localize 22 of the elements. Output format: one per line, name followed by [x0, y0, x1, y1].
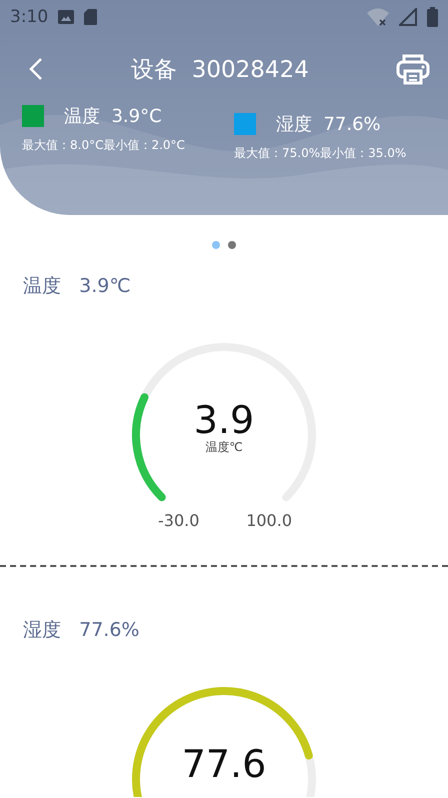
stat-range: 最大值：8.0°C最小值：2.0°C [22, 138, 186, 154]
stat-range: 最大值：75.0%最小值：35.0% [234, 146, 408, 162]
battery-icon [427, 7, 438, 27]
stat-label: 湿度 77.6% [276, 113, 381, 136]
gauge-unit: 温度℃ [205, 439, 243, 456]
page-title: 设备 30028424 [130, 56, 310, 84]
section-title: 温度 3.9℃ [23, 274, 131, 299]
sd-card-icon [84, 9, 98, 25]
signal-icon [399, 8, 417, 26]
status-time: 3:10 [10, 7, 48, 27]
page-dot[interactable] [228, 241, 236, 249]
image-icon [58, 10, 74, 24]
wifi-off-icon [367, 8, 389, 26]
gauge-value: 3.9 [194, 401, 254, 439]
gauge-max: 100.0 [246, 511, 292, 530]
section-title: 湿度 77.6% [23, 618, 140, 643]
printer-icon [396, 53, 430, 85]
gauge-min: -30.0 [158, 511, 200, 530]
stat-label: 温度 3.9°C [64, 105, 162, 128]
back-icon [28, 57, 44, 81]
gauge-value: 77.6 [182, 745, 266, 783]
page-dot[interactable] [212, 241, 220, 249]
